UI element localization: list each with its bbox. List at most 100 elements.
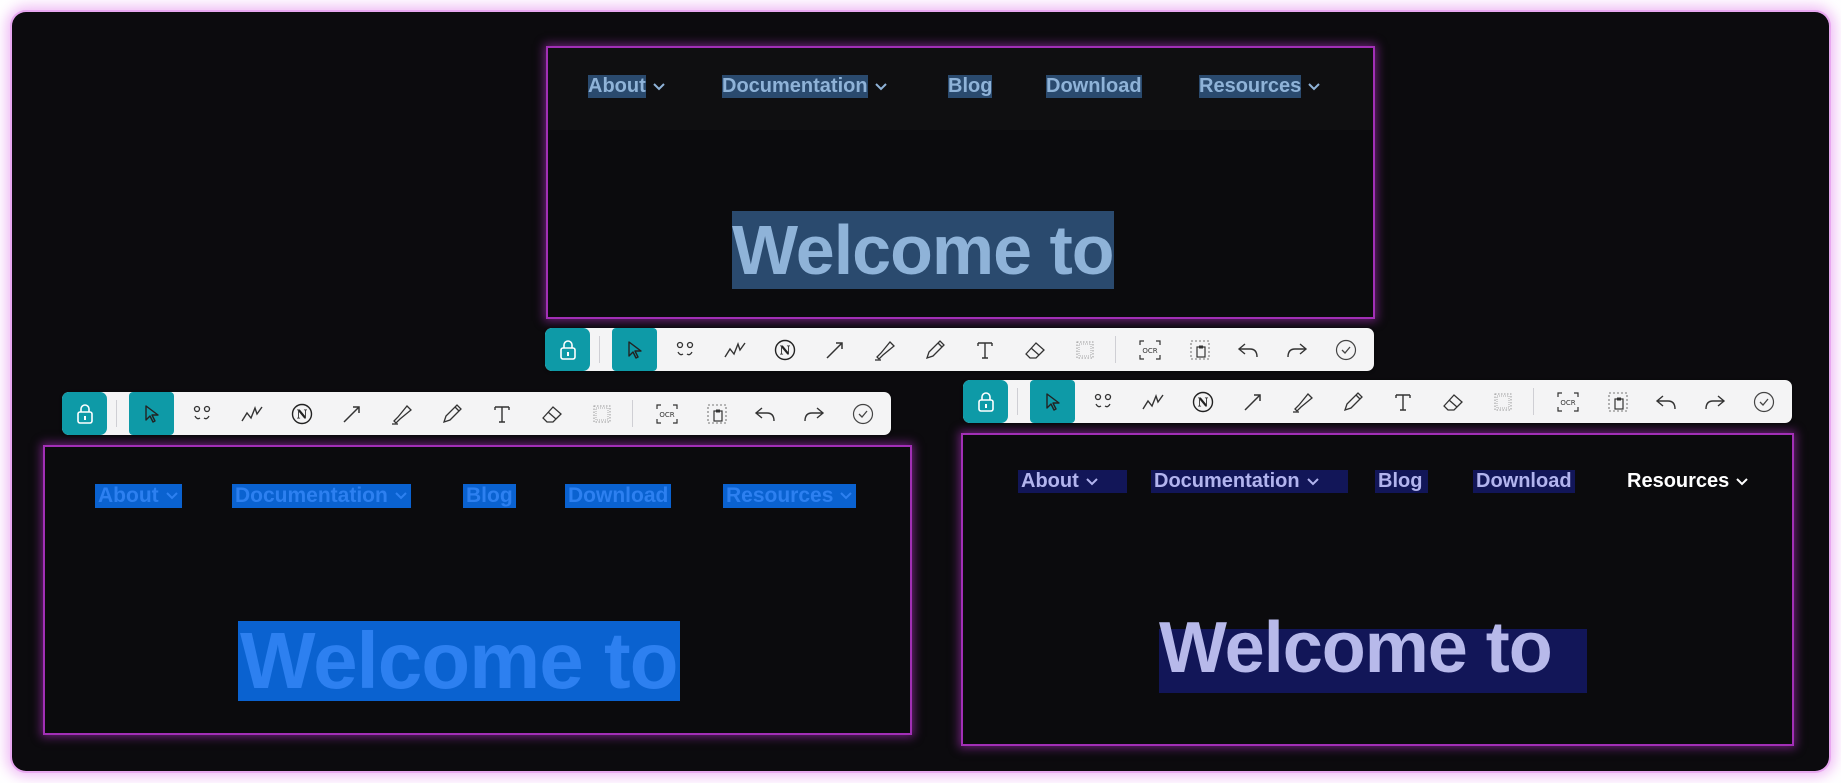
- chevron-down-icon: [165, 492, 178, 500]
- confirm-button[interactable]: [1744, 380, 1784, 423]
- lock-button[interactable]: [545, 328, 590, 371]
- undo-icon: [754, 406, 775, 421]
- nav-download[interactable]: Download: [1473, 470, 1575, 493]
- marker-button[interactable]: [382, 392, 422, 435]
- eraser-button[interactable]: [1433, 380, 1473, 423]
- undo-icon: [1237, 342, 1258, 357]
- eraser-button[interactable]: [1015, 328, 1055, 371]
- nav-documentation-label: Documentation: [722, 75, 868, 98]
- pointer-button[interactable]: [612, 328, 657, 371]
- ocr-icon: OCR: [1139, 339, 1161, 360]
- notion-button[interactable]: N: [1183, 380, 1223, 423]
- mosaic-icon: [1494, 393, 1512, 410]
- select-region-button[interactable]: [182, 392, 222, 435]
- pointer-button[interactable]: [1030, 380, 1075, 423]
- nav-blog-label: Blog: [466, 484, 513, 507]
- pencil-button[interactable]: [915, 328, 955, 371]
- mosaic-icon: [593, 405, 611, 422]
- eraser-icon: [1443, 393, 1463, 411]
- mosaic-button[interactable]: [582, 392, 622, 435]
- line-button[interactable]: [715, 328, 755, 371]
- redo-button[interactable]: [1695, 380, 1735, 423]
- text-button[interactable]: [965, 328, 1005, 371]
- nav-documentation-label: Documentation: [235, 484, 388, 507]
- line-button[interactable]: [1133, 380, 1173, 423]
- nav-resources[interactable]: Resources: [1627, 470, 1749, 493]
- line-button[interactable]: [232, 392, 272, 435]
- chevron-down-icon: [1736, 477, 1748, 485]
- ocr-button[interactable]: OCR: [1130, 328, 1170, 371]
- redo-button[interactable]: [1277, 328, 1317, 371]
- undo-button[interactable]: [1646, 380, 1686, 423]
- nav-about[interactable]: About: [95, 484, 182, 508]
- lock-button[interactable]: [62, 392, 107, 435]
- text-button[interactable]: [482, 392, 522, 435]
- pencil-button[interactable]: [432, 392, 472, 435]
- pointer-icon: [1045, 392, 1060, 411]
- confirm-icon: [1753, 391, 1775, 412]
- nav-blog-label: Blog: [948, 75, 993, 98]
- svg-text:OCR: OCR: [1560, 399, 1575, 407]
- notion-button[interactable]: N: [282, 392, 322, 435]
- mosaic-button[interactable]: [1483, 380, 1523, 423]
- nav-documentation[interactable]: Documentation: [232, 484, 411, 508]
- svg-text:N: N: [780, 343, 791, 357]
- chevron-down-icon: [1308, 82, 1320, 90]
- confirm-button[interactable]: [843, 392, 883, 435]
- select-region-button[interactable]: [1083, 380, 1123, 423]
- preview-pane-left: About Documentation Blog Download Resour…: [43, 445, 912, 735]
- nav-download[interactable]: Download: [1046, 75, 1142, 98]
- ocr-button[interactable]: OCR: [647, 392, 687, 435]
- chevron-down-icon: [874, 82, 887, 90]
- pencil-icon: [442, 403, 462, 423]
- arrow-button[interactable]: [815, 328, 855, 371]
- text-button[interactable]: [1383, 380, 1423, 423]
- annotation-toolbar: N OCR: [963, 380, 1792, 423]
- undo-button[interactable]: [1228, 328, 1268, 371]
- text-icon: [977, 341, 993, 359]
- eraser-button[interactable]: [532, 392, 572, 435]
- nav-documentation[interactable]: Documentation: [722, 75, 888, 98]
- pencil-button[interactable]: [1333, 380, 1373, 423]
- nav-blog[interactable]: Blog: [1375, 470, 1429, 493]
- pointer-button[interactable]: [129, 392, 174, 435]
- chevron-down-icon: [395, 492, 407, 500]
- lock-button[interactable]: [963, 380, 1008, 423]
- nav-blog[interactable]: Blog: [948, 75, 993, 98]
- marker-button[interactable]: [865, 328, 905, 371]
- marker-button[interactable]: [1283, 380, 1323, 423]
- marker-icon: [875, 340, 895, 361]
- nav-resources-label: Resources: [726, 484, 834, 507]
- clipboard-button[interactable]: [697, 392, 737, 435]
- arrow-button[interactable]: [332, 392, 372, 435]
- nav-download-label: Download: [1476, 470, 1572, 492]
- clipboard-button[interactable]: [1180, 328, 1220, 371]
- select-region-button[interactable]: [665, 328, 705, 371]
- nav-about[interactable]: About: [588, 75, 666, 98]
- nav-about[interactable]: About: [1018, 470, 1127, 493]
- redo-button[interactable]: [794, 392, 834, 435]
- lock-icon: [559, 339, 576, 360]
- annotation-toolbar: N OCR: [62, 392, 891, 435]
- ocr-button[interactable]: OCR: [1548, 380, 1588, 423]
- redo-icon: [1287, 342, 1308, 357]
- marker-icon: [1293, 392, 1313, 413]
- mosaic-button[interactable]: [1065, 328, 1105, 371]
- clipboard-button[interactable]: [1598, 380, 1638, 423]
- notion-button[interactable]: N: [765, 328, 805, 371]
- preview-pane-right: About Documentation Blog Download Resour…: [961, 433, 1794, 746]
- clipboard-icon: [707, 403, 727, 424]
- nav-about-label: About: [1021, 470, 1079, 492]
- nav-download[interactable]: Download: [565, 484, 672, 508]
- lock-icon: [977, 391, 994, 412]
- nav-documentation[interactable]: Documentation: [1151, 470, 1348, 493]
- nav-blog[interactable]: Blog: [463, 484, 516, 508]
- confirm-button[interactable]: [1326, 328, 1366, 371]
- arrow-icon: [826, 341, 843, 359]
- nav-resources[interactable]: Resources: [723, 484, 857, 508]
- nav-resources[interactable]: Resources: [1199, 75, 1321, 98]
- arrow-button[interactable]: [1233, 380, 1273, 423]
- undo-button[interactable]: [745, 392, 785, 435]
- redo-icon: [1705, 394, 1726, 409]
- nav-about-label: About: [588, 75, 646, 98]
